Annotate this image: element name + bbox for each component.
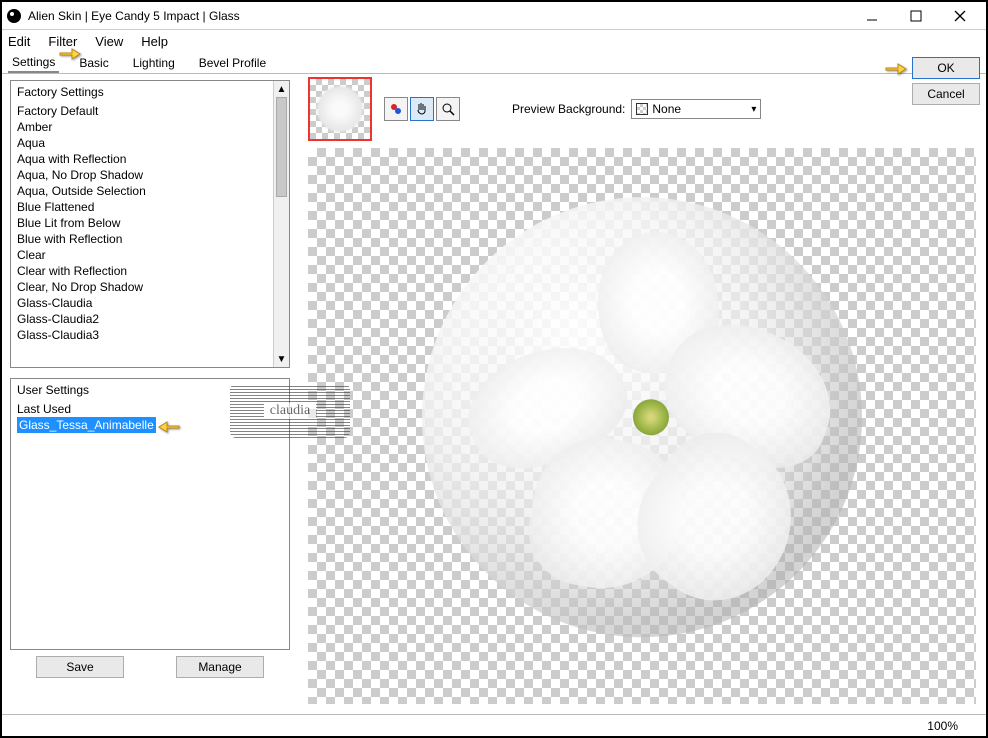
list-item[interactable]: Aqua, Outside Selection xyxy=(17,183,283,199)
chevron-down-icon: ▾ xyxy=(751,104,756,115)
menubar: Edit Filter View Help xyxy=(2,30,986,52)
content-area: Factory Settings Factory Default Amber A… xyxy=(2,74,986,714)
app-window: Alien Skin | Eye Candy 5 Impact | Glass … xyxy=(0,0,988,738)
watermark-text: claudia xyxy=(264,403,316,419)
scroll-up-icon[interactable]: ▲ xyxy=(274,81,289,97)
app-icon xyxy=(6,8,22,24)
titlebar: Alien Skin | Eye Candy 5 Impact | Glass xyxy=(2,2,986,30)
pointer-hand-icon xyxy=(884,59,908,77)
scroll-down-icon[interactable]: ▼ xyxy=(274,351,289,367)
tabbar: Settings Basic Lighting Bevel Profile OK… xyxy=(2,52,986,74)
color-picker-tool[interactable] xyxy=(384,97,408,121)
menu-edit[interactable]: Edit xyxy=(8,34,30,49)
list-item[interactable]: Blue Lit from Below xyxy=(17,215,283,231)
maximize-button[interactable] xyxy=(894,2,938,29)
list-item[interactable]: Clear with Reflection xyxy=(17,263,283,279)
zoom-tool[interactable] xyxy=(436,97,460,121)
manage-button[interactable]: Manage xyxy=(176,656,264,678)
preview-thumbnail[interactable] xyxy=(308,77,372,141)
window-title: Alien Skin | Eye Candy 5 Impact | Glass xyxy=(28,9,850,23)
transparency-swatch-icon xyxy=(636,103,648,115)
minimize-button[interactable] xyxy=(850,2,894,29)
list-item[interactable]: Clear xyxy=(17,247,283,263)
preview-background-label: Preview Background: xyxy=(512,102,625,116)
pointer-hand-icon xyxy=(58,44,82,62)
preview-background-select[interactable]: None ▾ xyxy=(631,99,761,119)
list-item[interactable]: Blue Flattened xyxy=(17,199,283,215)
list-item[interactable]: Aqua xyxy=(17,135,283,151)
tab-bevel-profile[interactable]: Bevel Profile xyxy=(195,54,270,72)
preview-canvas[interactable] xyxy=(308,148,976,704)
tab-settings[interactable]: Settings xyxy=(8,53,59,73)
list-item[interactable]: Glass-Claudia3 xyxy=(17,327,283,343)
preview-tool-buttons xyxy=(384,97,460,121)
list-item[interactable]: Blue with Reflection xyxy=(17,231,283,247)
hand-tool[interactable] xyxy=(410,97,434,121)
glass-sphere xyxy=(422,197,862,637)
list-item[interactable]: Aqua with Reflection xyxy=(17,151,283,167)
thumbnail-image xyxy=(315,84,365,134)
right-pane: Preview Background: None ▾ xyxy=(298,74,986,714)
factory-settings-list: Factory Settings Factory Default Amber A… xyxy=(10,80,290,368)
settings-buttons: Save Manage xyxy=(10,656,290,678)
watermark: claudia xyxy=(230,384,350,438)
list-item[interactable]: Aqua, No Drop Shadow xyxy=(17,167,283,183)
window-controls xyxy=(850,2,982,29)
flower-center xyxy=(633,400,669,436)
close-button[interactable] xyxy=(938,2,982,29)
pointer-hand-icon xyxy=(157,417,181,435)
list-item[interactable]: Clear, No Drop Shadow xyxy=(17,279,283,295)
preview-background-row: Preview Background: None ▾ xyxy=(512,99,761,119)
preview-toolbar: Preview Background: None ▾ xyxy=(298,74,986,144)
scroll-thumb[interactable] xyxy=(276,97,287,197)
list-item-selected[interactable]: Glass_Tessa_Animabelle xyxy=(17,417,156,433)
tab-lighting[interactable]: Lighting xyxy=(129,54,179,72)
scrollbar[interactable]: ▲ ▼ xyxy=(273,81,289,367)
list-item[interactable]: Amber xyxy=(17,119,283,135)
save-button[interactable]: Save xyxy=(36,656,124,678)
statusbar: 100% xyxy=(2,714,986,736)
list-item[interactable]: Glass-Claudia xyxy=(17,295,283,311)
menu-view[interactable]: View xyxy=(95,34,123,49)
zoom-level: 100% xyxy=(927,719,958,733)
list-item[interactable]: Factory Default xyxy=(17,103,283,119)
factory-settings-header: Factory Settings xyxy=(11,81,289,103)
preview-background-value: None xyxy=(652,102,681,116)
list-item[interactable]: Glass-Claudia2 xyxy=(17,311,283,327)
menu-help[interactable]: Help xyxy=(141,34,168,49)
